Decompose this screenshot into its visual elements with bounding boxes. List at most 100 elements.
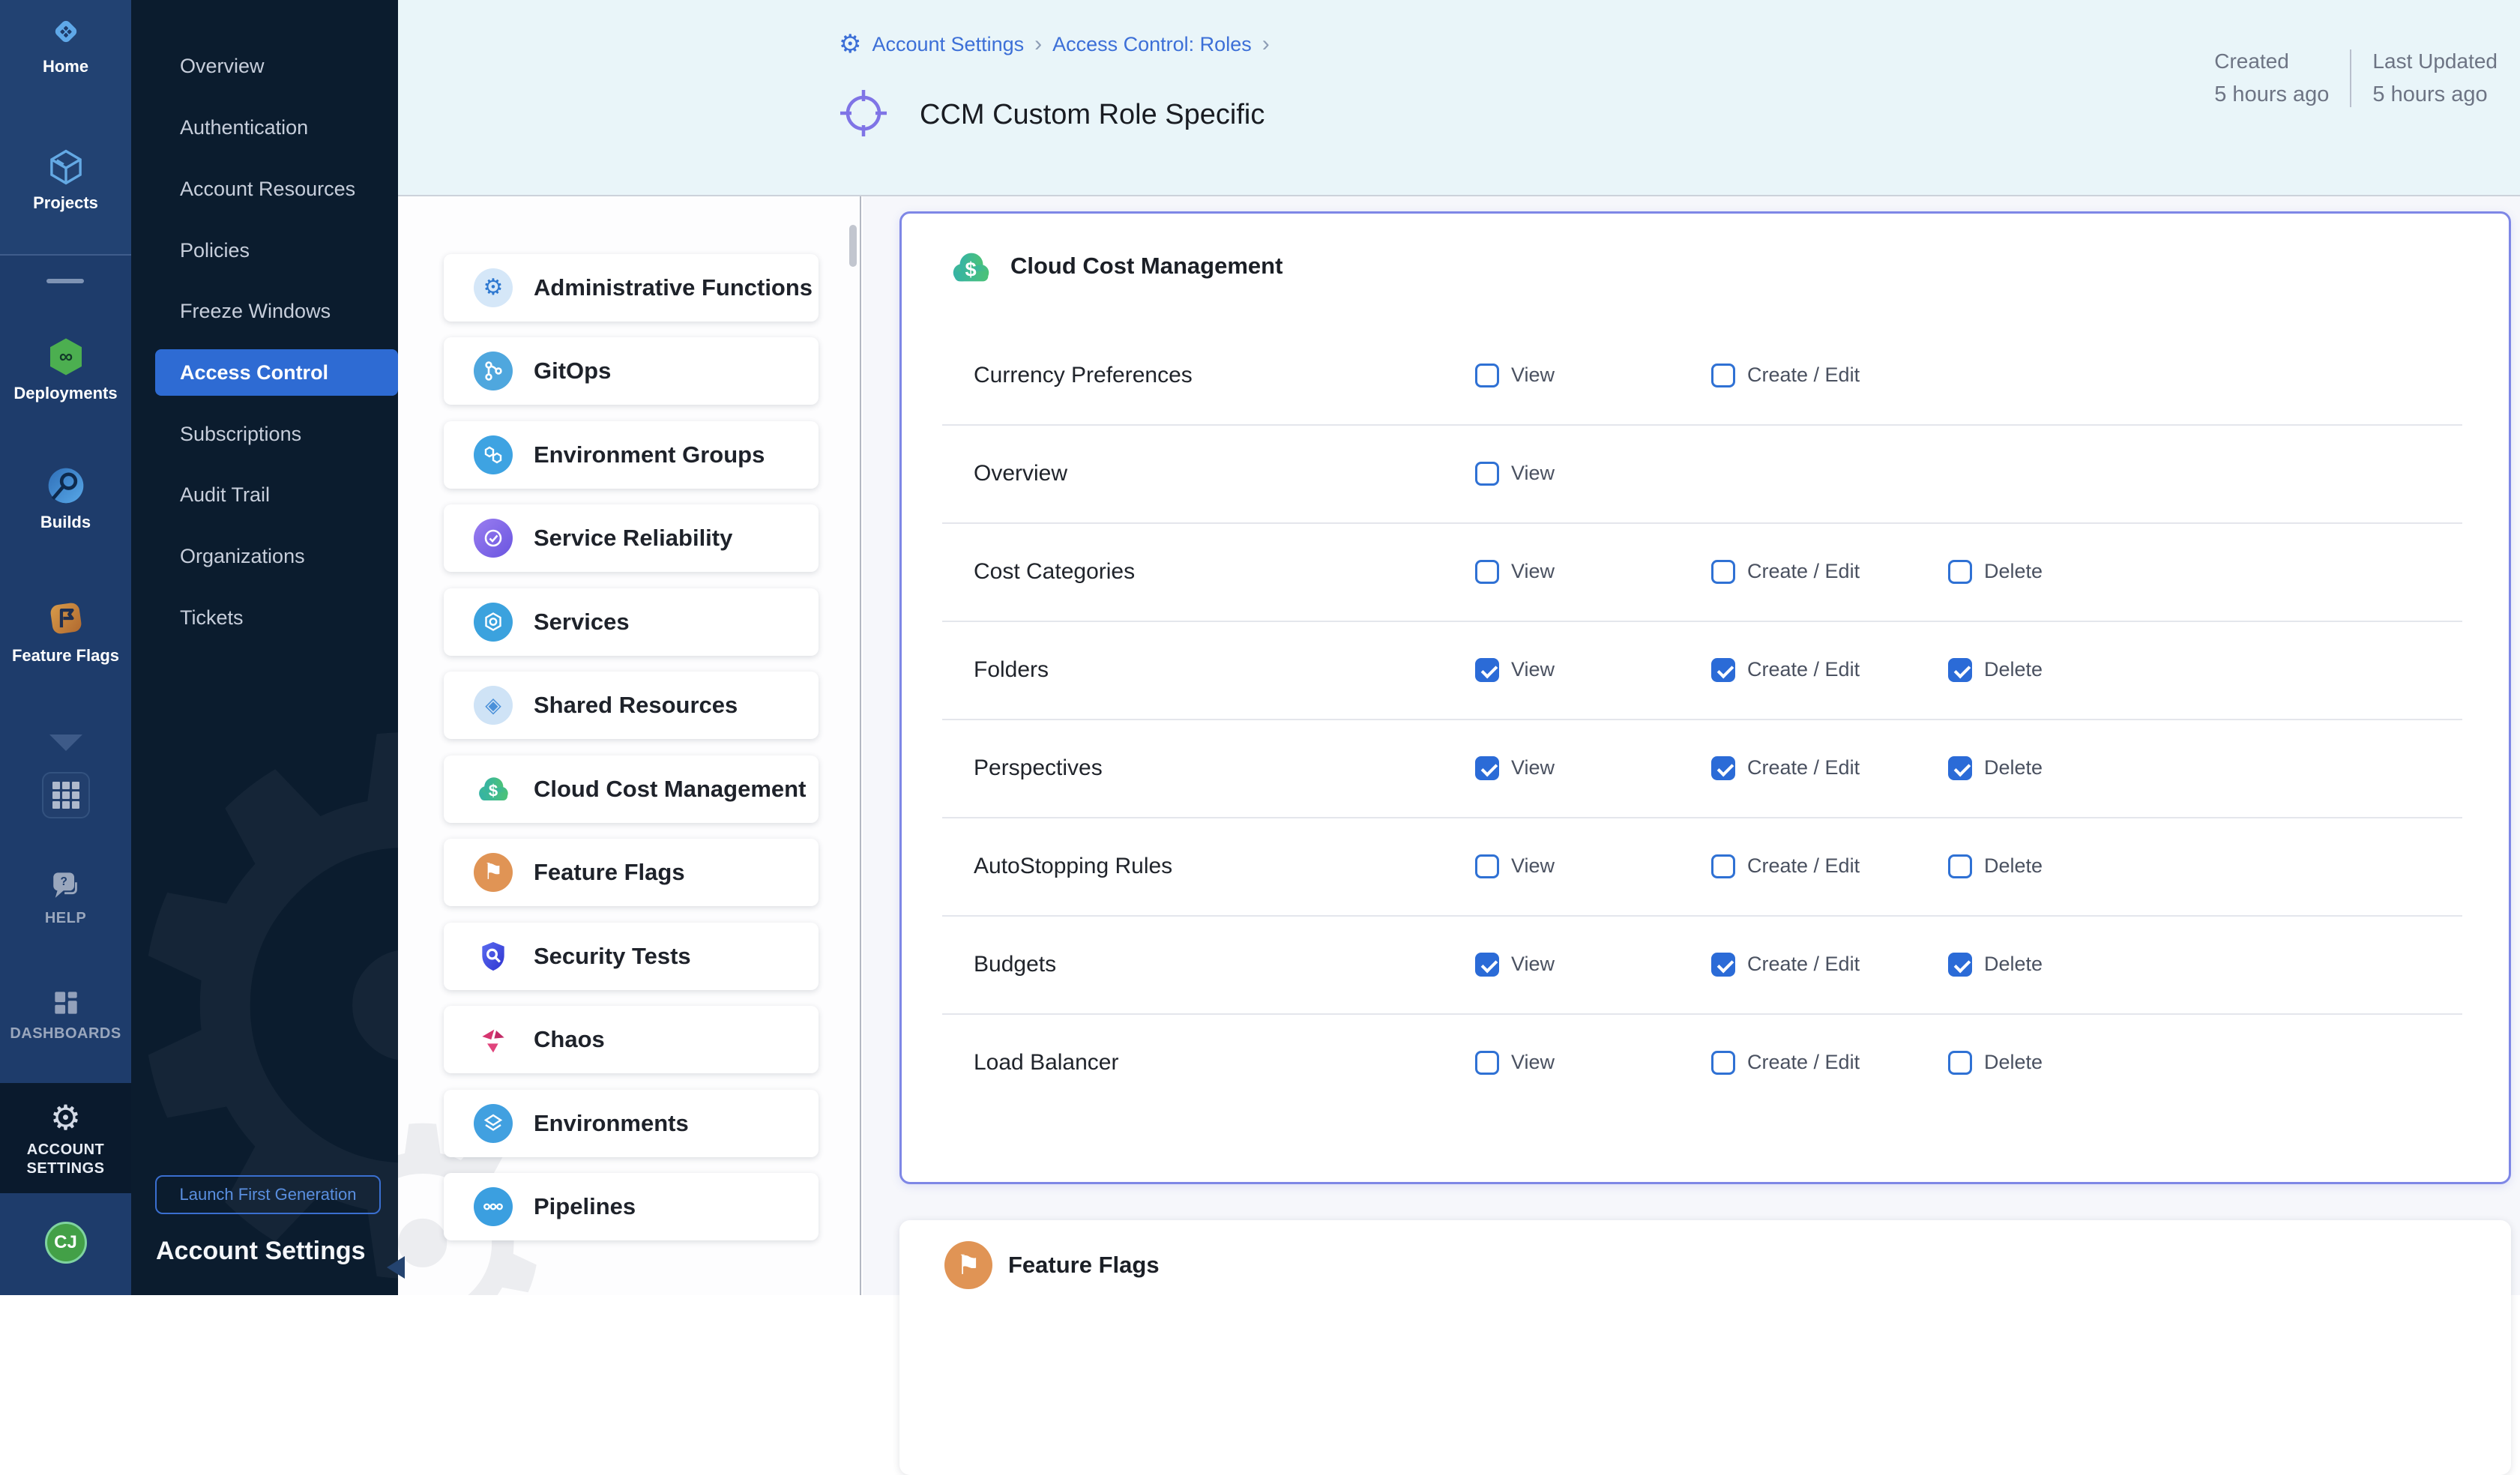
category-shared-resources[interactable]: ◈ Shared Resources [444,672,819,739]
rail-item-account-settings[interactable]: ⚙ ACCOUNT SETTINGS [0,1100,131,1178]
sidebar-item-subscriptions[interactable]: Subscriptions [155,411,398,457]
checkbox[interactable] [1711,658,1735,682]
rail-item-label: DASHBOARDS [0,1025,131,1043]
permission-row: Perspectives View Create / Edit Delete [902,719,2509,817]
rail-item-help[interactable]: ? HELP [0,869,131,927]
checkbox-create-edit[interactable]: Create / Edit [1711,756,1860,780]
checkbox-delete[interactable]: Delete [1948,854,2043,878]
checkbox[interactable] [1948,658,1972,682]
checkbox[interactable] [1711,560,1735,584]
module-selector-button[interactable] [42,772,90,818]
checkbox-create-edit[interactable]: Create / Edit [1711,364,1860,387]
category-chaos[interactable]: Chaos [444,1006,819,1073]
checkbox[interactable] [1711,364,1735,387]
checkbox[interactable] [1475,756,1499,780]
category-label: Environments [534,1110,689,1137]
rail-divider [46,279,84,283]
modules-chevron-down-icon[interactable] [49,735,82,751]
checkbox[interactable] [1475,560,1499,584]
category-environments[interactable]: Environments [444,1090,819,1157]
checkbox[interactable] [1948,854,1972,878]
sidebar-item-overview[interactable]: Overview [155,43,398,89]
checkbox-view[interactable]: View [1475,756,1555,780]
security-shield-icon [474,937,513,976]
checkbox-create-edit[interactable]: Create / Edit [1711,1051,1860,1075]
category-pipelines[interactable]: Pipelines [444,1173,819,1240]
checkbox[interactable] [1475,658,1499,682]
checkbox[interactable] [1475,462,1499,486]
rail-item-dashboards[interactable]: DASHBOARDS [0,986,131,1043]
sidebar-item-audit-trail[interactable]: Audit Trail [155,471,398,518]
checkbox[interactable] [1711,854,1735,878]
checkbox-view[interactable]: View [1475,953,1555,977]
checkbox[interactable] [1948,560,1972,584]
category-administrative-functions[interactable]: ⚙ Administrative Functions [444,254,819,322]
category-label: Security Tests [534,943,691,970]
category-service-reliability[interactable]: Service Reliability [444,504,819,572]
sidebar-item-account-resources[interactable]: Account Resources [155,166,398,212]
checkbox-create-edit[interactable]: Create / Edit [1711,854,1860,878]
rail-item-profile[interactable]: CJ [0,1222,131,1264]
rail-item-builds[interactable]: Builds [0,465,131,532]
category-services[interactable]: Services [444,588,819,656]
sidebar-item-policies[interactable]: Policies [155,227,398,274]
launch-first-generation-button[interactable]: Launch First Generation [155,1175,381,1214]
checkbox-delete[interactable]: Delete [1948,658,2043,682]
sidebar-collapse-icon[interactable] [387,1256,405,1279]
category-gitops[interactable]: GitOps [444,337,819,405]
sidebar-item-tickets[interactable]: Tickets [155,594,398,641]
category-cloud-cost-management[interactable]: $ Cloud Cost Management [444,755,819,823]
checkbox[interactable] [1711,756,1735,780]
checkbox-view[interactable]: View [1475,364,1555,387]
checkbox-view[interactable]: View [1475,1051,1555,1075]
rail-item-feature-flags[interactable]: Feature Flags [0,597,131,666]
feature-flags-card: ⚑ Feature Flags [899,1220,2511,1475]
checkbox[interactable] [1711,953,1735,977]
breadcrumb-account-settings[interactable]: Account Settings [872,33,1024,56]
checkbox[interactable] [1475,854,1499,878]
checkbox[interactable] [1475,953,1499,977]
category-label: Cloud Cost Management [534,776,806,803]
checkbox[interactable] [1711,1051,1735,1075]
shared-resources-icon: ◈ [474,686,513,725]
svg-text:$: $ [965,258,976,281]
checkbox-view[interactable]: View [1475,658,1555,682]
checkbox-view[interactable]: View [1475,854,1555,878]
avatar[interactable]: CJ [45,1222,87,1264]
checkbox-delete[interactable]: Delete [1948,756,2043,780]
checkbox[interactable] [1475,364,1499,387]
sidebar-item-authentication[interactable]: Authentication [155,104,398,151]
checkbox-delete[interactable]: Delete [1948,560,2043,584]
module-rail: Home Projects ∞ Deployments Builds Featu… [0,0,131,1295]
checkbox-view[interactable]: View [1475,560,1555,584]
checkbox[interactable] [1948,1051,1972,1075]
section-title: Feature Flags [1008,1252,1160,1279]
checkbox-create-edit[interactable]: Create / Edit [1711,560,1860,584]
checkbox-create-edit[interactable]: Create / Edit [1711,953,1860,977]
category-feature-flags[interactable]: ⚑ Feature Flags [444,839,819,906]
category-label: Administrative Functions [534,274,813,301]
resource-category-list: ⚙ ⚙ Administrative Functions GitOps Envi… [398,196,861,1295]
checkbox-delete[interactable]: Delete [1948,1051,2043,1075]
checkbox[interactable] [1948,953,1972,977]
rail-item-deployments[interactable]: ∞ Deployments [0,336,131,403]
cloud-cost-icon: $ [474,770,513,809]
sidebar-item-freeze-windows[interactable]: Freeze Windows [155,288,398,334]
gear-icon: ⚙ [0,1100,131,1135]
rail-item-projects[interactable]: Projects [0,147,131,213]
checkbox[interactable] [1475,1051,1499,1075]
scrollbar-thumb[interactable] [849,225,857,267]
category-label: Service Reliability [534,525,732,552]
permissions-panel: $ Cloud Cost Management Currency Prefere… [863,196,2520,1295]
rail-item-home[interactable]: Home [0,12,131,76]
page-title: CCM Custom Role Specific [920,99,1264,131]
checkbox[interactable] [1948,756,1972,780]
checkbox-create-edit[interactable]: Create / Edit [1711,658,1860,682]
checkbox-delete[interactable]: Delete [1948,953,2043,977]
sidebar-item-access-control[interactable]: Access Control [155,349,398,396]
sidebar-item-organizations[interactable]: Organizations [155,533,398,579]
category-security-tests[interactable]: Security Tests [444,923,819,990]
category-environment-groups[interactable]: Environment Groups [444,421,819,489]
breadcrumb-access-control-roles[interactable]: Access Control: Roles [1052,33,1252,56]
checkbox-view[interactable]: View [1475,462,1555,486]
